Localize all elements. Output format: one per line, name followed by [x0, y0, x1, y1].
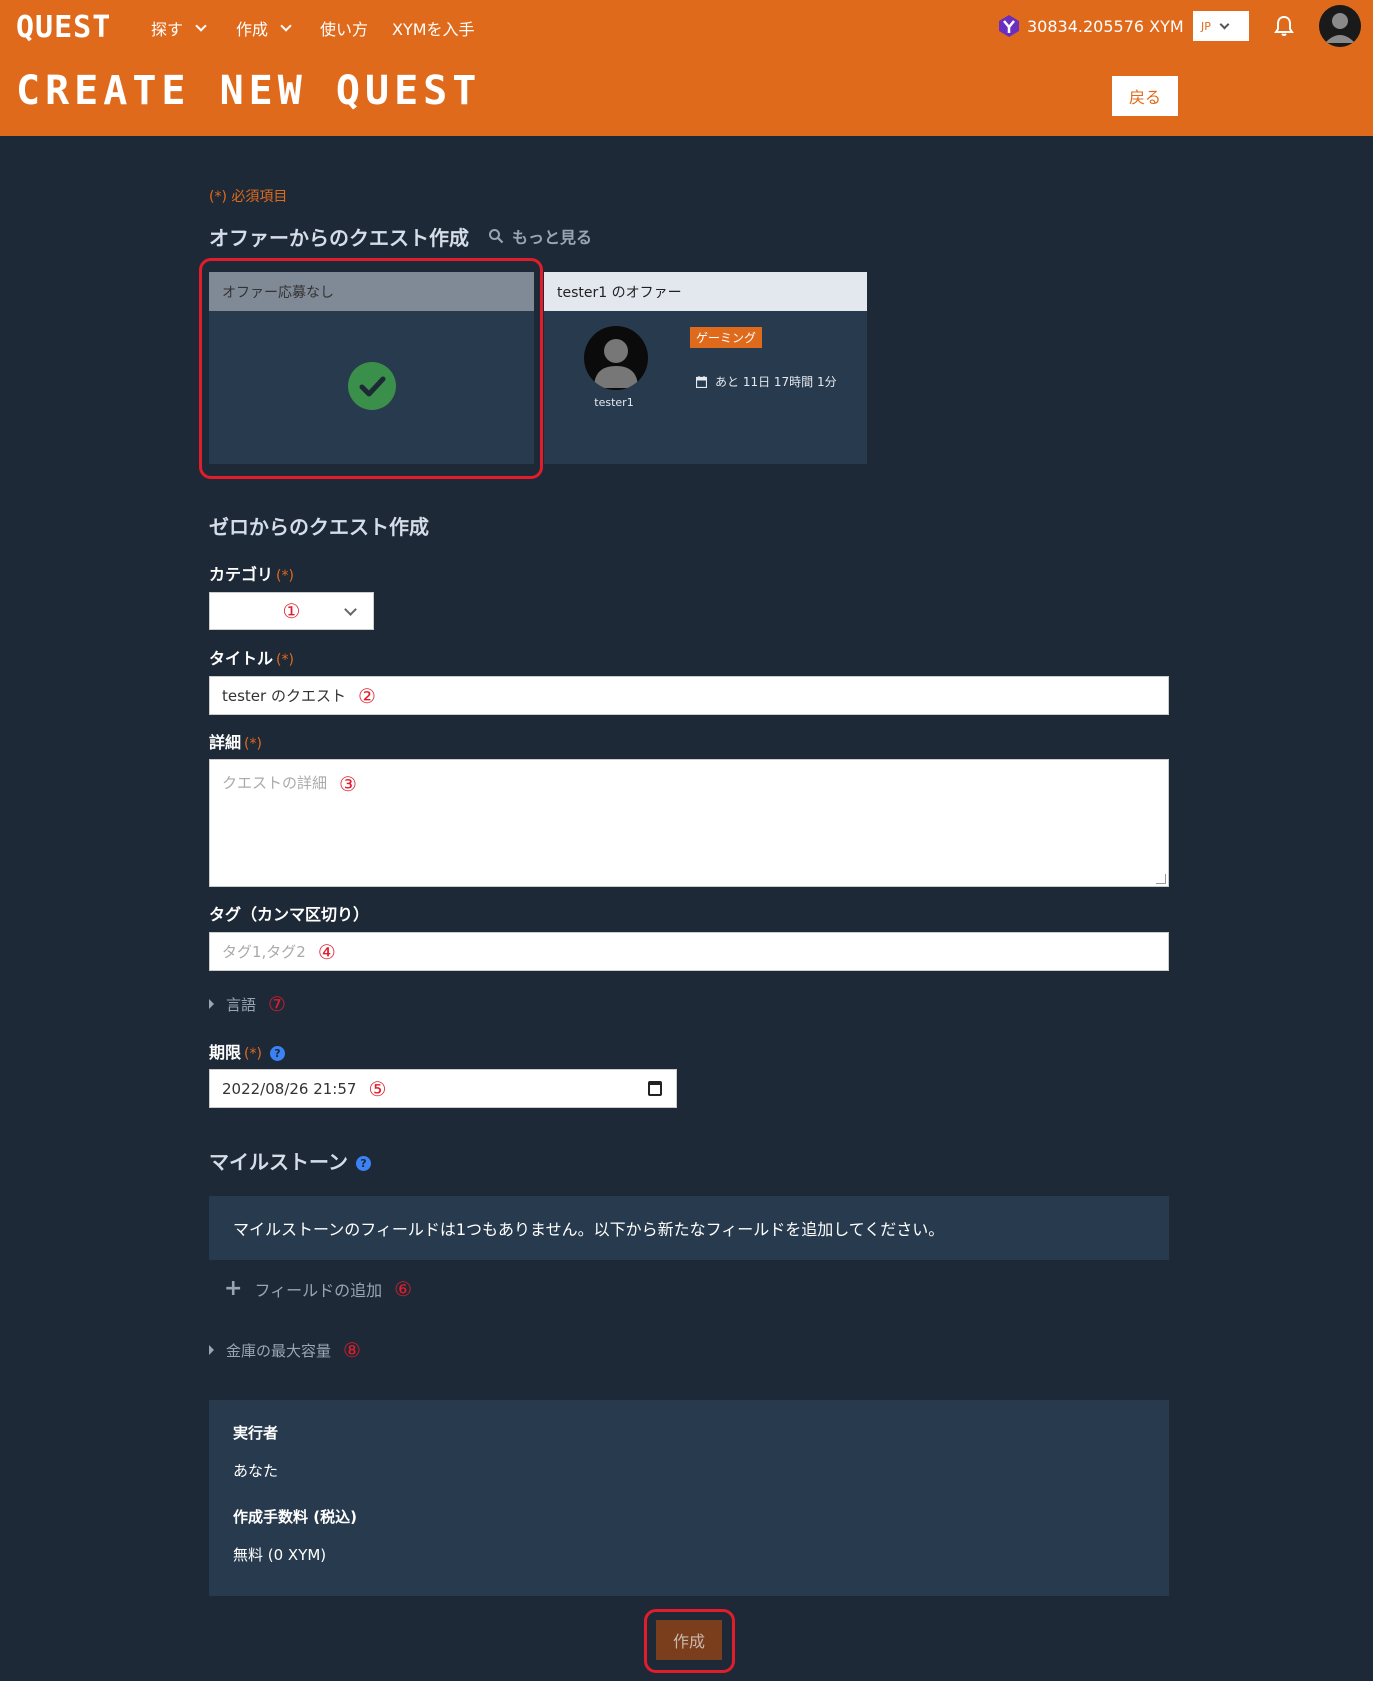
highlight-frame-create: [644, 1609, 735, 1673]
nav-explore[interactable]: 探す: [151, 16, 207, 40]
title-value: tester のクエスト: [222, 687, 346, 705]
marker-5: ⑤: [368, 1076, 387, 1101]
user-avatar[interactable]: [1319, 5, 1361, 47]
tags-label: タグ（カンマ区切り）: [209, 905, 370, 924]
deadline-value: 2022/08/26 21:57: [222, 1079, 357, 1098]
marker-8: ⑧: [343, 1338, 361, 1362]
required-note: (*) 必須項目: [209, 189, 288, 205]
language-label: 言語: [226, 995, 257, 1014]
title-label: タイトル (*): [209, 645, 294, 669]
title-input[interactable]: tester のクエスト ②: [209, 676, 1169, 715]
deadline-label-text: 期限: [209, 1043, 242, 1062]
deadline-date-input[interactable]: 2022/08/26 21:57 ⑤: [209, 1069, 677, 1108]
add-field-label: フィールドの追加: [254, 1281, 383, 1300]
page-title: CREATE NEW QUEST: [16, 68, 482, 114]
help-icon[interactable]: ?: [356, 1156, 371, 1171]
marker-4: ④: [317, 939, 336, 964]
executor-label: 実行者: [233, 1424, 279, 1442]
offer-user-avatar: [584, 326, 648, 390]
milestone-empty-notice: マイルストーンのフィールドは1つもありません。以下から新たなフィールドを追加して…: [209, 1196, 1169, 1260]
vault-capacity-toggle[interactable]: 金庫の最大容量 ⑧: [209, 1338, 361, 1362]
marker-7: ⑦: [268, 992, 286, 1016]
calendar-icon[interactable]: [648, 1081, 662, 1096]
tags-input[interactable]: タグ1,タグ2 ④: [209, 932, 1169, 971]
chevron-down-icon: [1219, 19, 1230, 29]
caret-right-icon: [209, 999, 214, 1009]
symbol-xym-icon: [999, 15, 1019, 37]
see-more-label: もっと見る: [512, 228, 593, 247]
category-select[interactable]: ①: [209, 592, 374, 630]
nav-get-xym[interactable]: XYMを入手: [392, 16, 475, 40]
resize-handle[interactable]: [1156, 874, 1166, 884]
nav-explore-label: 探す: [151, 20, 184, 39]
marker-1: ①: [282, 599, 301, 623]
detail-textarea[interactable]: クエストの詳細 ③: [209, 759, 1169, 887]
detail-placeholder: クエストの詳細: [222, 774, 328, 792]
category-label: カテゴリ (*): [209, 561, 294, 585]
bell-icon[interactable]: [1272, 14, 1296, 38]
language-value: JP: [1201, 19, 1211, 33]
app-header: QUEST 探す 作成 使い方 XYMを入手 30834.205576 XYM …: [0, 0, 1373, 136]
deadline-label: 期限 (*)?: [209, 1039, 285, 1063]
nav-create[interactable]: 作成: [236, 16, 292, 40]
scratch-section-title: ゼロからのクエスト作成: [209, 515, 429, 539]
xym-balance: 30834.205576 XYM: [997, 14, 1184, 38]
add-field-button[interactable]: + フィールドの追加 ⑥: [224, 1277, 412, 1301]
chevron-down-icon: [195, 20, 207, 32]
quest-logo[interactable]: QUEST: [16, 10, 111, 45]
executor-value: あなた: [233, 1462, 279, 1480]
user-silhouette-icon: [594, 339, 638, 388]
calendar-icon: [696, 375, 707, 388]
see-more-link[interactable]: もっと見る: [488, 224, 592, 248]
offer-username: tester1: [594, 396, 634, 409]
search-icon: [489, 229, 504, 244]
language-select[interactable]: JP: [1193, 11, 1249, 41]
chevron-down-icon: [280, 20, 292, 32]
nav-create-label: 作成: [236, 20, 269, 39]
category-badge: ゲーミング: [690, 327, 763, 348]
nav-howto[interactable]: 使い方: [320, 16, 368, 40]
offer-deadline: あと 11日 17時間 1分: [696, 373, 837, 390]
language-toggle[interactable]: 言語 ⑦: [209, 992, 286, 1016]
required-mark: (*): [276, 568, 294, 584]
offer-section-title: オファーからのクエスト作成: [209, 226, 469, 250]
highlight-frame-offer: [199, 258, 543, 479]
summary-panel: 実行者 あなた 作成手数料 (税込) 無料 (0 XYM): [209, 1400, 1169, 1596]
back-button[interactable]: 戻る: [1112, 76, 1178, 116]
required-mark: (*): [244, 736, 262, 752]
vault-label: 金庫の最大容量: [226, 1341, 332, 1360]
nav-howto-label: 使い方: [320, 20, 369, 39]
marker-2: ②: [357, 683, 376, 708]
offer-card-title: tester1 のオファー: [544, 272, 867, 311]
fee-label: 作成手数料 (税込): [233, 1508, 357, 1526]
chevron-down-icon: [344, 603, 357, 616]
fee-value: 無料 (0 XYM): [233, 1546, 327, 1564]
required-mark: (*): [276, 652, 294, 668]
nav-get-xym-label: XYMを入手: [392, 20, 475, 39]
milestone-title-text: マイルストーン: [209, 1150, 348, 1174]
marker-6: ⑥: [394, 1277, 413, 1301]
detail-label-text: 詳細: [209, 733, 242, 752]
milestone-title: マイルストーン?: [209, 1146, 371, 1175]
user-silhouette-icon: [1319, 5, 1361, 47]
offer-card-tester1[interactable]: tester1 のオファー tester1 ゲーミング あと 11日 17時間 …: [544, 272, 867, 464]
plus-icon: +: [224, 1276, 243, 1301]
caret-right-icon: [209, 1345, 214, 1355]
title-label-text: タイトル: [209, 649, 274, 668]
detail-label: 詳細 (*): [209, 729, 262, 753]
category-label-text: カテゴリ: [209, 565, 274, 584]
required-mark: (*): [244, 1046, 262, 1062]
tags-placeholder: タグ1,タグ2: [222, 943, 306, 961]
balance-value: 30834.205576 XYM: [1027, 16, 1184, 36]
help-icon[interactable]: ?: [269, 1046, 285, 1061]
marker-3: ③: [339, 772, 357, 796]
offer-deadline-text: あと 11日 17時間 1分: [715, 375, 837, 389]
